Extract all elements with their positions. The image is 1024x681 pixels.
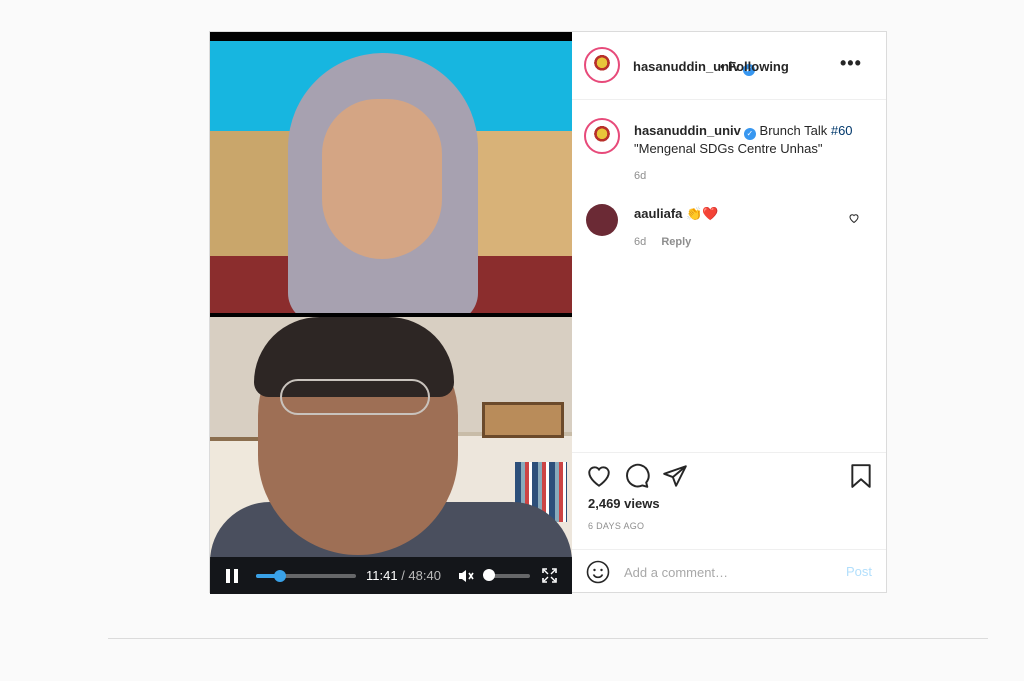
progress-slider[interactable]	[256, 570, 356, 582]
comment-age[interactable]: 6d	[634, 236, 646, 248]
post-comment-button[interactable]: Post	[846, 564, 872, 579]
post-actions: 2,469 views 6 DAYS AGO Post	[572, 452, 886, 592]
emoji-icon[interactable]	[586, 560, 610, 584]
progress-knob[interactable]	[274, 570, 286, 582]
heart-icon[interactable]	[586, 463, 612, 489]
comment-icon[interactable]	[624, 463, 650, 489]
account-avatar[interactable]	[584, 47, 620, 83]
post-header: hasanuddin_univ ✓ • Following •••	[572, 32, 886, 100]
video-controls: 11:41 / 48:40	[210, 557, 572, 594]
like-comment-icon[interactable]	[848, 212, 860, 224]
pause-icon[interactable]	[226, 569, 238, 583]
video-frame-top-speaker	[210, 41, 572, 313]
post-date[interactable]: 6 DAYS AGO	[588, 521, 644, 531]
university-logo	[590, 53, 614, 77]
caption-line-2: "Mengenal SDGs Centre Unhas"	[634, 141, 823, 156]
total-time: / 48:40	[401, 568, 441, 583]
reply-button[interactable]: Reply	[661, 236, 691, 248]
comment-input[interactable]	[624, 562, 834, 582]
post-sidebar: hasanuddin_univ ✓ • Following ••• hasanud…	[572, 32, 886, 592]
commenter-avatar[interactable]	[586, 204, 618, 236]
more-options-icon[interactable]: •••	[840, 54, 861, 73]
current-time: 11:41	[366, 568, 398, 583]
caption-username[interactable]: hasanuddin_univ	[634, 123, 741, 138]
university-logo	[590, 124, 614, 148]
video-player[interactable]: 11:41 / 48:40	[210, 32, 572, 594]
add-comment-bar: Post	[572, 549, 886, 593]
commenter-username[interactable]: aauliafa	[634, 206, 682, 221]
caption-text: Brunch Talk	[759, 123, 828, 138]
comment-body: 👏❤️	[686, 206, 719, 221]
share-icon[interactable]	[662, 463, 688, 489]
comment: aauliafa 👏❤️	[634, 206, 718, 222]
volume-knob[interactable]	[483, 569, 496, 581]
view-count[interactable]: 2,469 views	[588, 496, 660, 511]
save-icon[interactable]	[848, 463, 874, 489]
fullscreen-icon[interactable]	[542, 568, 557, 583]
post-caption: hasanuddin_univ ✓ Brunch Talk #60 "Mengen…	[634, 122, 874, 158]
caption-hashtag[interactable]: #60	[831, 123, 853, 138]
following-status[interactable]: • Following	[720, 59, 789, 74]
mute-icon[interactable]	[458, 568, 474, 584]
page-divider	[108, 638, 988, 639]
caption-age[interactable]: 6d	[634, 170, 646, 182]
comment-meta: 6d Reply	[634, 236, 691, 248]
verified-badge-icon: ✓	[743, 128, 756, 140]
video-time: 11:41 / 48:40	[366, 568, 441, 583]
volume-slider[interactable]	[483, 569, 530, 581]
caption-avatar[interactable]	[584, 118, 620, 154]
instagram-post: 11:41 / 48:40 hasanuddin_univ ✓ • Followi…	[209, 31, 887, 594]
video-frame-bottom-speaker	[210, 317, 572, 594]
